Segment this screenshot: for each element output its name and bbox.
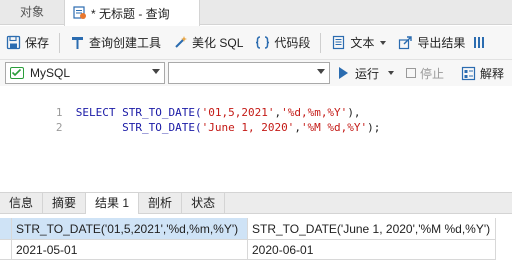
column-header[interactable]: STR_TO_DATE('01,5,2021','%d,%m,%Y'): [12, 218, 248, 240]
query-builder-label: 查询创建工具: [89, 36, 162, 50]
sql-string: 'June 1, 2020': [201, 121, 295, 134]
beautify-sql-label: 美化 SQL: [192, 36, 244, 50]
save-label: 保存: [25, 36, 50, 50]
columns-icon: [473, 35, 488, 50]
tab-query[interactable]: * 无标题 - 查询: [64, 0, 200, 26]
connection-select-value: MySQL: [30, 66, 71, 80]
code-line: 1 SELECT STR_TO_DATE('01,5,2021','%d,%m,…: [0, 90, 361, 119]
sql-editor[interactable]: 1 SELECT STR_TO_DATE('01,5,2021','%d,%m,…: [0, 86, 512, 190]
tab-result-1[interactable]: 结果 1: [86, 193, 140, 214]
query-builder-button[interactable]: 查询创建工具: [64, 30, 167, 56]
export-result-button[interactable]: 导出结果: [392, 30, 471, 56]
chevron-down-icon: [388, 71, 395, 75]
connection-select[interactable]: MySQL: [5, 62, 165, 84]
tab-objects[interactable]: 对象: [0, 0, 64, 25]
tab-query-label: * 无标题 - 查询: [91, 6, 170, 21]
export-result-label: 导出结果: [417, 36, 466, 50]
grid-cell[interactable]: 2021-05-01: [12, 240, 248, 260]
chevron-down-icon: [152, 69, 160, 74]
code-snippet-button[interactable]: 代码段: [249, 30, 316, 56]
tab-info[interactable]: 信息: [0, 193, 44, 214]
tab-profile[interactable]: 剖析: [139, 193, 183, 214]
save-button[interactable]: 保存: [0, 30, 55, 56]
beautify-sql-button[interactable]: 美化 SQL: [167, 30, 249, 56]
text-button[interactable]: 文本: [325, 30, 392, 56]
row-indicator: [0, 240, 12, 260]
grid-cell[interactable]: 2020-06-01: [248, 240, 496, 260]
column-header[interactable]: STR_TO_DATE('June 1, 2020','%M %d,%Y'): [248, 218, 496, 240]
document-icon: [331, 35, 346, 50]
sql-punctuation: );: [367, 121, 381, 134]
query-options-bar: MySQL 运行 停止 解释: [0, 60, 512, 86]
grid-header-row: STR_TO_DATE('01,5,2021','%d,%m,%Y') STR_…: [0, 218, 496, 240]
table-row[interactable]: 2021-05-01 2020-06-01: [0, 240, 496, 260]
query-icon: [73, 6, 87, 20]
toolbar-divider: [59, 32, 61, 53]
code-line: 2 STR_TO_DATE('June 1, 2020','%M %d,%Y')…: [0, 105, 381, 134]
stop-label: 停止: [420, 66, 445, 81]
database-select[interactable]: [168, 62, 330, 84]
run-label: 运行: [355, 66, 380, 81]
code-snippet-label: 代码段: [274, 36, 311, 50]
explain-icon: [461, 66, 476, 81]
result-grid: STR_TO_DATE('01,5,2021','%d,%m,%Y') STR_…: [0, 218, 512, 269]
hammer-icon: [70, 35, 85, 50]
row-indicator-header: [0, 218, 12, 240]
sql-function: STR_TO_DATE(: [122, 121, 202, 134]
document-tab-bar: 对象 * 无标题 - 查询: [0, 0, 512, 26]
connection-status-icon: [10, 67, 24, 79]
stop-icon: [406, 68, 416, 78]
tab-status[interactable]: 状态: [182, 193, 226, 214]
explain-label: 解释: [480, 66, 505, 81]
export-icon: [398, 35, 413, 50]
braces-icon: [255, 35, 270, 50]
toolbar-divider: [320, 32, 322, 53]
tab-summary[interactable]: 摘要: [43, 193, 87, 214]
text-label: 文本: [350, 36, 375, 50]
line-number: 2: [55, 121, 63, 134]
run-button[interactable]: 运行: [333, 60, 400, 86]
explain-button[interactable]: 解释: [455, 60, 510, 86]
sql-punctuation: ,: [294, 121, 301, 134]
toolbar: 保存 查询创建工具 美化 SQL 代码段 文本 导出结果: [0, 26, 512, 60]
save-icon: [6, 35, 21, 50]
play-icon: [339, 67, 348, 79]
stop-button[interactable]: 停止: [400, 60, 450, 86]
result-tabs: 信息 摘要 结果 1 剖析 状态: [0, 192, 512, 214]
chevron-down-icon: [380, 40, 387, 45]
magic-wand-icon: [173, 35, 188, 50]
grid-view-button[interactable]: [471, 30, 490, 56]
chevron-down-icon: [317, 69, 325, 74]
sql-string: '%M %d,%Y': [300, 121, 368, 134]
